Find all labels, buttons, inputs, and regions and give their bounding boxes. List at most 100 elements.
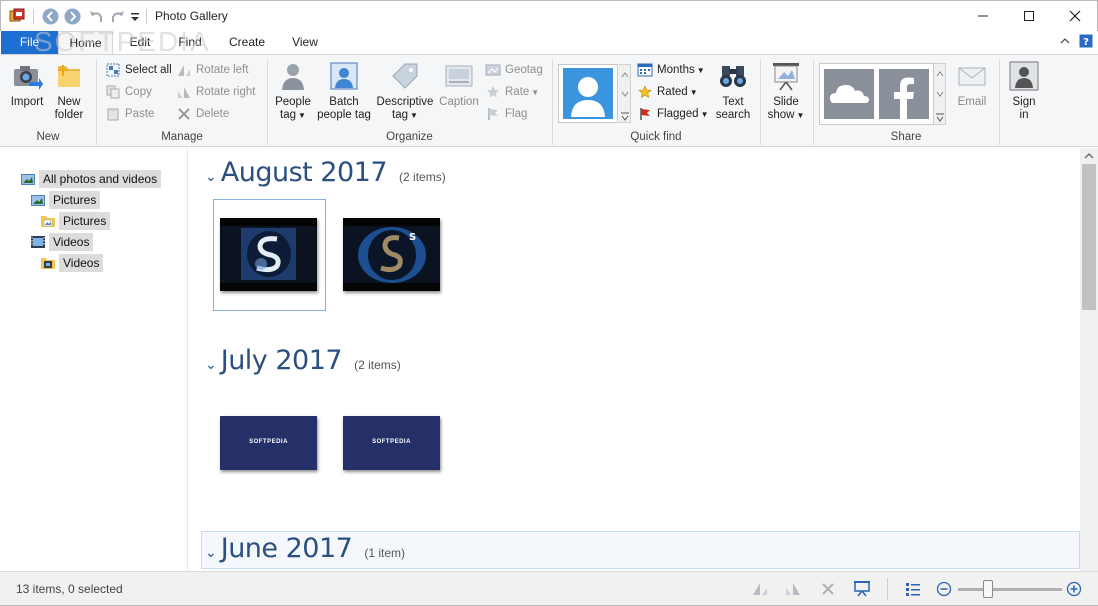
months-label: Months	[657, 64, 695, 76]
forward-icon[interactable]	[64, 8, 81, 25]
scrollbar-thumb[interactable]	[1082, 164, 1096, 310]
people-gallery-scroll[interactable]	[619, 64, 631, 123]
facebook-icon[interactable]	[879, 69, 929, 119]
softpedia-text: SOFTPEDIA	[372, 439, 411, 445]
share-gallery[interactable]	[819, 63, 934, 125]
rate-button[interactable]: Rate ▼	[485, 82, 539, 102]
flag-button[interactable]: Flag	[485, 104, 527, 124]
help-icon[interactable]: ?	[1079, 34, 1093, 51]
gallery-icon	[20, 171, 36, 187]
batch-people-tag-button[interactable]: Batch people tag	[314, 60, 374, 122]
calendar-icon	[637, 62, 653, 78]
nav-item-videos-folder[interactable]: Videos	[40, 253, 104, 273]
nav-item-pictures-folder[interactable]: Pictures	[40, 211, 111, 231]
flagged-label: Flagged	[657, 108, 699, 120]
undo-icon[interactable]	[87, 8, 104, 25]
rated-button[interactable]: Rated ▼	[637, 82, 698, 102]
zoom-slider-knob[interactable]	[983, 580, 993, 598]
people-gallery[interactable]	[558, 64, 618, 123]
person-icon	[277, 60, 309, 92]
slide-show-icon[interactable]	[852, 579, 872, 599]
chevron-down-icon[interactable]: ⌄	[205, 168, 217, 185]
group-header-june-2017[interactable]: ⌄ June 2017 (1 item)	[205, 533, 405, 564]
group-label-quick-find: Quick find	[630, 131, 682, 143]
group-count: (1 item)	[364, 546, 406, 560]
onedrive-icon[interactable]	[824, 69, 874, 119]
email-button[interactable]: Email	[952, 60, 992, 109]
email-icon	[956, 60, 988, 92]
softpedia-logo-icon: S	[358, 227, 426, 283]
sign-in-label-1: Sign	[1012, 96, 1036, 108]
tab-view[interactable]: View	[285, 31, 325, 54]
dropdown-caret-icon: ▼	[689, 87, 698, 97]
video-thumbnail[interactable]: S	[343, 218, 440, 291]
sign-in-button[interactable]: Sign in	[1004, 60, 1044, 122]
nav-item-pictures-library[interactable]: Pictures	[30, 190, 101, 210]
customize-qat-icon[interactable]	[129, 8, 141, 25]
maximize-button[interactable]	[1006, 1, 1052, 31]
group-label-share: Share	[890, 131, 922, 143]
back-icon[interactable]	[42, 8, 59, 25]
video-thumbnail[interactable]	[220, 218, 317, 291]
zoom-slider-track[interactable]	[958, 588, 1062, 591]
softpedia-text: SOFTPEDIA	[249, 439, 288, 445]
text-search-button[interactable]: Text search	[712, 60, 754, 122]
tab-create[interactable]: Create	[222, 31, 272, 54]
navigation-pane: All photos and videos Pictures Pictures …	[0, 148, 188, 571]
caption-button[interactable]: Caption	[437, 60, 481, 109]
vertical-scrollbar[interactable]	[1080, 148, 1098, 571]
minimize-button[interactable]	[960, 1, 1006, 31]
copy-button[interactable]: Copy	[105, 82, 152, 102]
nav-item-videos-library[interactable]: Videos	[30, 232, 94, 252]
app-icon[interactable]	[9, 8, 25, 24]
rotate-left-icon[interactable]	[750, 579, 770, 599]
folder-icon	[53, 60, 85, 92]
details-view-icon[interactable]	[903, 579, 923, 599]
flagged-button[interactable]: Flagged ▼	[637, 104, 708, 124]
photo-thumbnail[interactable]: SOFTPEDIA	[220, 416, 317, 470]
videos-library-icon	[30, 234, 46, 250]
person-thumbnail-icon[interactable]	[563, 68, 613, 119]
descriptive-label-2: tag ▼	[375, 109, 435, 122]
dropdown-caret-icon: ▼	[298, 111, 306, 120]
geotag-button[interactable]: Geotag	[485, 60, 543, 80]
new-folder-button[interactable]: New folder	[50, 60, 88, 122]
select-all-button[interactable]: Select all	[105, 60, 172, 80]
slide-show-button[interactable]: Slide show ▼	[764, 60, 808, 122]
redo-icon[interactable]	[109, 8, 126, 25]
group-count: (2 items)	[399, 170, 446, 184]
videos-folder-icon	[40, 255, 56, 271]
paste-button[interactable]: Paste	[105, 104, 154, 124]
chevron-down-icon[interactable]: ⌄	[205, 356, 217, 373]
pictures-folder-icon	[40, 213, 56, 229]
zoom-in-icon[interactable]	[1064, 579, 1084, 599]
rotate-right-label: Rotate right	[196, 86, 256, 98]
collapse-ribbon-icon[interactable]	[1059, 35, 1071, 49]
photo-thumbnail[interactable]: SOFTPEDIA	[343, 416, 440, 470]
dropdown-caret-icon: ▼	[700, 109, 709, 119]
slide-show-label-2: show ▼	[764, 109, 808, 122]
chevron-down-icon[interactable]: ⌄	[205, 544, 217, 561]
binoculars-icon	[717, 60, 749, 92]
delete-button[interactable]: Delete	[176, 104, 229, 124]
people-tag-button[interactable]: People tag ▼	[272, 60, 314, 122]
delete-icon[interactable]	[818, 579, 838, 599]
nav-label: All photos and videos	[39, 170, 162, 188]
close-button[interactable]	[1052, 1, 1098, 31]
zoom-out-icon[interactable]	[934, 579, 954, 599]
group-header-july-2017[interactable]: ⌄ July 2017 (2 items)	[205, 345, 401, 376]
rotate-right-icon[interactable]	[783, 579, 803, 599]
geotag-icon	[485, 62, 501, 78]
rotate-right-button[interactable]: Rotate right	[176, 82, 255, 102]
months-button[interactable]: Months ▼	[637, 60, 705, 80]
share-gallery-scroll[interactable]	[934, 63, 946, 125]
select-all-icon	[105, 62, 121, 78]
import-button[interactable]: Import	[6, 60, 48, 109]
descriptive-tag-text: tag	[392, 109, 409, 121]
group-header-august-2017[interactable]: ⌄ August 2017 (2 items)	[205, 157, 446, 188]
rotate-left-button[interactable]: Rotate left	[176, 60, 248, 80]
scroll-up-icon[interactable]	[1084, 152, 1094, 160]
nav-item-all-photos[interactable]: All photos and videos	[20, 169, 162, 189]
descriptive-tag-button[interactable]: Descriptive tag ▼	[375, 60, 435, 122]
slide-show-text: show	[767, 109, 795, 121]
